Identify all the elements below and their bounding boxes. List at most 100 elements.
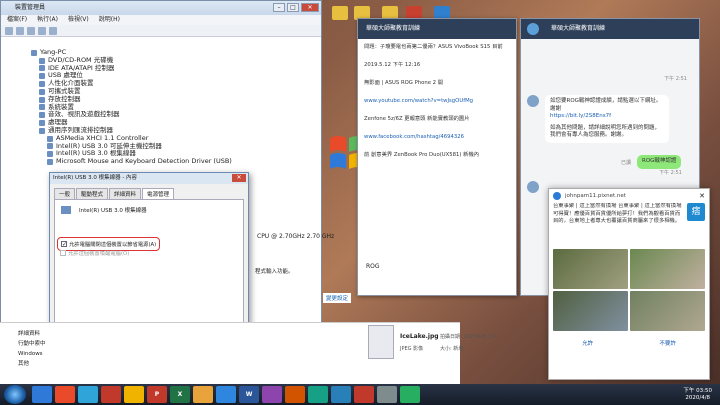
web-notification: johnpam11.pixnet.net ✕ 台東事聚 | 這上當然有換場 台東… xyxy=(548,188,710,380)
taskbar-app-icon[interactable] xyxy=(216,386,236,403)
explorer-nav-item[interactable]: Windows xyxy=(18,349,46,359)
taskbar-app-icon[interactable] xyxy=(124,386,144,403)
chat-message[interactable]: www.facebook.com/hashtag/4694326 xyxy=(364,133,510,141)
notification-close-icon[interactable]: ✕ xyxy=(699,192,705,200)
minimize-button[interactable]: – xyxy=(273,3,285,12)
device-icon xyxy=(39,127,45,134)
allow-wake-label: 允許這個裝置喚醒電腦(O) xyxy=(68,251,130,257)
dialog-titlebar[interactable]: Intel(R) USB 3.0 根集線器 - 內容 ✕ xyxy=(50,173,248,184)
close-button[interactable]: ✕ xyxy=(301,3,319,12)
desktop-icon[interactable] xyxy=(330,6,350,32)
message-link[interactable]: https://bit.ly/2S8Ens7f xyxy=(550,113,664,121)
device-icon xyxy=(39,73,45,80)
chat-message: 前 創意美界 ZenBook Pro Duo(UX581) 新機內 xyxy=(364,152,480,158)
device-icon xyxy=(39,104,45,111)
message-text-2: 如為其他問題，請詳細說明您所遇到的問題，我們會有專人為您服務。謝謝。 xyxy=(550,124,661,139)
menu-item[interactable]: 檔案(F) xyxy=(7,15,27,25)
chat-input[interactable]: ROG xyxy=(366,263,380,270)
device-icon xyxy=(47,151,53,158)
taskbar-app-icon[interactable] xyxy=(285,386,305,403)
taskbar-app-icon[interactable] xyxy=(262,386,282,403)
photo-thumbnail xyxy=(630,249,705,289)
allow-wake-checkbox[interactable] xyxy=(60,250,66,256)
help-icon[interactable] xyxy=(38,27,46,35)
properties-icon[interactable] xyxy=(27,27,35,35)
explorer-nav-item[interactable]: 行動中索中 xyxy=(18,339,46,349)
menu-item[interactable]: 說明(H) xyxy=(99,15,120,25)
allow-power-off-option[interactable]: ✓ 允許電腦關閉這個裝置以節省電源(A) xyxy=(61,240,156,248)
message-text: 如您要ROG戰神認證成績，請點選以下網址。謝謝 xyxy=(550,98,662,112)
taskbar-app-icon[interactable] xyxy=(101,386,121,403)
tree-item[interactable]: 存放控制器 xyxy=(31,95,321,104)
explorer-nav-item[interactable]: 其他 xyxy=(18,359,46,369)
menu-item[interactable]: 檢視(V) xyxy=(68,15,89,25)
back-icon[interactable] xyxy=(5,27,13,35)
device-icon xyxy=(39,57,45,64)
chat-window: 華碩大師聚教育訓練 問題：子瓊要電也兩第二優兩？ASUS VivoBook S1… xyxy=(357,18,517,296)
sender-avatar xyxy=(527,95,539,107)
my-message-bubble: ROG戰神認證 xyxy=(637,155,682,169)
read-status: 已讀 xyxy=(621,160,632,166)
usb-hub-icon xyxy=(61,206,71,214)
ms-logo-image[interactable] xyxy=(368,325,394,359)
file-taken-date: 拍攝日期: 2020/4/8 上午 xyxy=(440,334,498,340)
chat-title: 華碩大師聚教育訓練 xyxy=(366,25,421,32)
toolbar xyxy=(1,25,321,37)
site-logo-icon: 痞 xyxy=(687,203,705,221)
my-message-time: 下午 2:51 xyxy=(659,170,682,176)
window-title: 裝置管理員 xyxy=(15,4,46,11)
taskbar-app-icon[interactable] xyxy=(55,386,75,403)
forward-icon[interactable] xyxy=(16,27,24,35)
maximize-button[interactable]: □ xyxy=(287,3,299,12)
taskbar-apps: PX W xyxy=(32,386,423,403)
taskbar-app-icon[interactable] xyxy=(400,386,420,403)
taskbar-app-icon[interactable]: X xyxy=(170,386,190,403)
device-icon xyxy=(39,88,45,95)
dialog-tab[interactable]: 電源管理 xyxy=(142,188,175,199)
taskbar-app-icon[interactable] xyxy=(377,386,397,403)
taskbar-app-icon[interactable]: P xyxy=(147,386,167,403)
cpu-info: CPU @ 2.70GHz 2.70 GHz xyxy=(257,233,335,240)
device-icon xyxy=(39,112,45,119)
tree-item-label: Microsoft Mouse and Keyboard Detection D… xyxy=(56,157,232,166)
menu-item[interactable]: 執行(A) xyxy=(37,15,58,25)
explorer-nav-item[interactable]: 詳細資料 xyxy=(18,329,46,339)
device-icon xyxy=(39,120,45,127)
taskbar-app-icon[interactable] xyxy=(331,386,351,403)
tree-item[interactable]: 音效、視訊及遊戲控制器 xyxy=(31,111,321,119)
allow-wake-option[interactable]: 允許這個裝置喚醒電腦(O) xyxy=(60,249,129,257)
dialog-tabs: 一般 驅動程式 詳細資料 電源管理 xyxy=(50,184,248,199)
chat-message[interactable]: www.youtube.com/watch?v=twJsgOUfMg xyxy=(364,97,510,105)
message-bubble: 如您要ROG戰神認證成績，請點選以下網址。謝謝 https://bit.ly/2… xyxy=(545,95,669,143)
taskbar-app-icon[interactable] xyxy=(32,386,52,403)
device-manager-titlebar[interactable]: 裝置管理員 – □ ✕ xyxy=(1,1,321,15)
my-message-text: ROG戰神認證 xyxy=(642,158,677,164)
dialog-tab[interactable]: 驅動程式 xyxy=(76,188,109,199)
system-clock[interactable]: 下午 03:50 2020/4/8 xyxy=(683,388,720,402)
chat-message: 無影面 | ASUS ROG Phone 2 開 xyxy=(364,80,444,86)
message-time: 下午 2:51 xyxy=(664,76,687,82)
line-chat-header[interactable]: 華碩大師聚教育訓練 xyxy=(521,19,699,39)
file-type: JPEG 影像 xyxy=(400,346,424,352)
taskbar-app-icon[interactable] xyxy=(78,386,98,403)
notification-deny-button[interactable]: 不要許 xyxy=(659,339,676,347)
dialog-close-button[interactable]: ✕ xyxy=(232,174,246,182)
notification-sender: johnpam11.pixnet.net xyxy=(565,193,626,199)
taskbar: PX W 下午 03:50 2020/4/8 xyxy=(0,384,720,405)
notification-allow-button[interactable]: 允許 xyxy=(582,339,593,347)
start-button[interactable] xyxy=(4,385,26,404)
tree-item[interactable]: Microsoft Mouse and Keyboard Detection D… xyxy=(31,157,321,166)
change-settings-link[interactable]: 變更設定 xyxy=(323,293,352,303)
device-icon xyxy=(31,49,37,56)
taskbar-app-icon[interactable] xyxy=(354,386,374,403)
scan-icon[interactable] xyxy=(49,27,57,35)
taskbar-app-icon[interactable]: W xyxy=(239,386,259,403)
device-tree: Yang-PC DVD/CD-ROM 光碟機 IDE ATA/ATAPI 控制器 US… xyxy=(31,48,321,166)
dialog-tab[interactable]: 一般 xyxy=(54,188,76,199)
dialog-tab[interactable]: 詳細資料 xyxy=(109,188,142,199)
chat-header[interactable]: 華碩大師聚教育訓練 xyxy=(358,19,516,39)
device-icon xyxy=(47,143,53,150)
taskbar-app-icon[interactable] xyxy=(308,386,328,403)
taskbar-app-icon[interactable] xyxy=(193,386,213,403)
allow-power-off-checkbox[interactable]: ✓ xyxy=(61,241,67,248)
